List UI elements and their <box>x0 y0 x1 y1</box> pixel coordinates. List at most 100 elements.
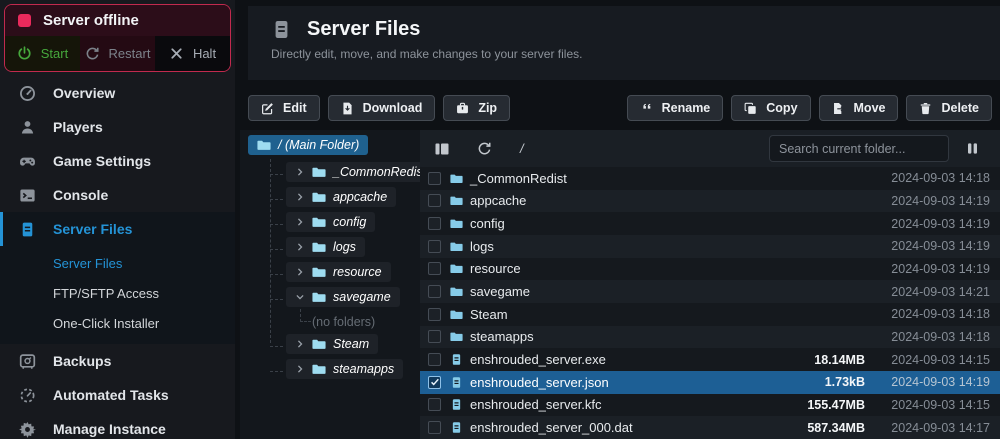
subnav-item-ftp-sftp-access[interactable]: FTP/SFTP Access <box>0 278 235 308</box>
row-checkbox[interactable] <box>428 194 441 208</box>
row-checkbox[interactable] <box>428 330 441 344</box>
start-button[interactable]: Start <box>5 36 80 71</box>
file-row[interactable]: appcache 2024-09-03 14:19 <box>420 189 1000 213</box>
tree-folder-chip[interactable]: savegame <box>286 287 400 307</box>
page-header-row: Server Files <box>271 18 977 41</box>
file-name: appcache <box>470 193 527 209</box>
folder-icon <box>450 308 463 321</box>
gamepad-icon <box>19 153 36 170</box>
row-checkbox[interactable] <box>428 239 441 253</box>
sidebar-item-backups[interactable]: Backups <box>0 344 235 378</box>
tree-folder-label: steamapps <box>333 362 395 376</box>
row-checkbox[interactable] <box>428 285 441 299</box>
edit-button[interactable]: Edit <box>248 95 320 121</box>
server-status-panel: Server offline Start Restart Halt <box>4 4 231 72</box>
file-row[interactable]: config 2024-09-03 14:19 <box>420 212 1000 235</box>
sidebar-item-players[interactable]: Players <box>0 110 235 144</box>
file-size: 18.14MB <box>814 352 865 367</box>
folder-icon <box>450 194 463 207</box>
halt-button[interactable]: Halt <box>155 36 230 71</box>
zip-icon <box>456 102 469 115</box>
row-checkbox[interactable] <box>428 421 441 435</box>
filedoc-icon <box>450 421 463 434</box>
file-row[interactable]: enshrouded_server_000.dat 587.34MB 2024-09… <box>420 416 1000 439</box>
row-checkbox[interactable] <box>428 217 441 231</box>
tree-folder-chip[interactable]: steamapps <box>286 359 404 379</box>
sidebar-item-server-files[interactable]: Server Files <box>0 212 235 246</box>
tree-root-folder[interactable]: / (Main Folder) <box>248 135 369 155</box>
subnav-item-label: One-Click Installer <box>53 315 160 331</box>
tree-empty-label: (no folders) <box>312 315 376 329</box>
file-row[interactable]: savegame 2024-09-03 14:21 <box>420 280 1000 303</box>
file-modified-date: 2024-09-03 14:21 <box>891 284 990 299</box>
delete-button[interactable]: Delete <box>906 95 992 121</box>
search-input[interactable] <box>769 135 949 162</box>
file-size: 1.73kB <box>824 375 865 390</box>
copy-button[interactable]: Copy <box>731 95 811 121</box>
toolbar-left-group: Edit Download Zip <box>248 95 511 121</box>
row-checkbox[interactable] <box>428 171 441 185</box>
xmark-icon <box>169 46 184 61</box>
folder-icon <box>312 290 326 304</box>
file-row[interactable]: logs 2024-09-03 14:19 <box>420 234 1000 258</box>
file-row[interactable]: _CommonRedist 2024-09-03 14:18 <box>420 167 1000 190</box>
move-button[interactable]: Move <box>818 95 899 121</box>
toggle-tree-icon[interactable] <box>434 141 450 157</box>
button-label: Zip <box>478 101 498 115</box>
pause-icon[interactable] <box>965 141 980 156</box>
download-button[interactable]: Download <box>327 95 436 121</box>
row-checkbox[interactable] <box>428 398 441 412</box>
button-label: Move <box>853 101 886 115</box>
file-row[interactable]: steamapps 2024-09-03 14:18 <box>420 325 1000 349</box>
file-row[interactable]: enshrouded_server.exe 18.14MB 2024-09-03 1… <box>420 348 1000 371</box>
sidebar-item-game-settings[interactable]: Game Settings <box>0 144 235 178</box>
zip-button[interactable]: Zip <box>443 95 511 121</box>
refresh-icon[interactable] <box>477 141 492 156</box>
sidebar-item-manage-instance[interactable]: Manage Instance <box>0 412 235 439</box>
file-name: Steam <box>470 306 508 322</box>
row-checkbox[interactable] <box>428 375 441 389</box>
row-checkbox[interactable] <box>428 307 441 321</box>
power-icon <box>17 46 32 61</box>
toolbar-right-group: Rename Copy Move Delete <box>626 95 992 121</box>
folder-icon <box>312 265 326 279</box>
row-checkbox[interactable] <box>428 262 441 276</box>
tree-folder-chip[interactable]: Steam <box>286 334 379 354</box>
tree-folder-chip[interactable]: _CommonRedist <box>286 162 420 182</box>
file-row[interactable]: resource 2024-09-03 14:19 <box>420 257 1000 281</box>
button-label: Edit <box>283 101 307 115</box>
file-row[interactable]: Steam 2024-09-03 14:18 <box>420 302 1000 326</box>
filedoc-icon <box>450 376 463 389</box>
folder-icon <box>312 362 326 376</box>
tree-node: steamapps <box>270 359 420 379</box>
rename-button[interactable]: Rename <box>626 95 724 121</box>
subnav-item-label: Server Files <box>53 255 123 271</box>
chevr-icon <box>295 242 305 252</box>
sidebar-item-label: Console <box>53 187 109 203</box>
refresh-icon <box>85 46 100 61</box>
server-status-header: Server offline <box>5 5 230 36</box>
sidebar-item-console[interactable]: Console <box>0 178 235 212</box>
sidebar-item-automated-tasks[interactable]: Automated Tasks <box>0 378 235 412</box>
tree-folder-chip[interactable]: resource <box>286 262 391 282</box>
restart-button[interactable]: Restart <box>80 36 155 71</box>
tree-node: Steam <box>270 334 420 354</box>
file-rows: _CommonRedist 2024-09-03 14:18 appcache 202… <box>420 167 1000 439</box>
file-modified-date: 2024-09-03 14:17 <box>891 420 990 435</box>
tree-folder-chip[interactable]: logs <box>286 237 365 257</box>
tree-node: logs <box>270 237 420 257</box>
chevd-icon <box>295 292 305 302</box>
subnav-item-one-click-installer[interactable]: One-Click Installer <box>0 308 235 338</box>
sidebar-item-overview[interactable]: Overview <box>0 76 235 110</box>
person-icon <box>19 119 36 136</box>
file-row[interactable]: enshrouded_server.kfc 155.47MB 2024-09-03 … <box>420 393 1000 417</box>
tree-folder-label: appcache <box>333 190 388 204</box>
tree-folder-chip[interactable]: appcache <box>286 187 397 207</box>
sidebar-item-label: Server Files <box>53 221 133 237</box>
file-actions-toolbar: Edit Download Zip Rename Copy Move Delete <box>248 95 992 121</box>
status-button-label: Halt <box>192 46 217 61</box>
subnav-item-server-files-sub[interactable]: Server Files <box>0 248 235 278</box>
row-checkbox[interactable] <box>428 353 441 367</box>
file-row[interactable]: enshrouded_server.json 1.73kB 2024-09-03 1… <box>420 370 1000 394</box>
tree-folder-chip[interactable]: config <box>286 212 376 232</box>
